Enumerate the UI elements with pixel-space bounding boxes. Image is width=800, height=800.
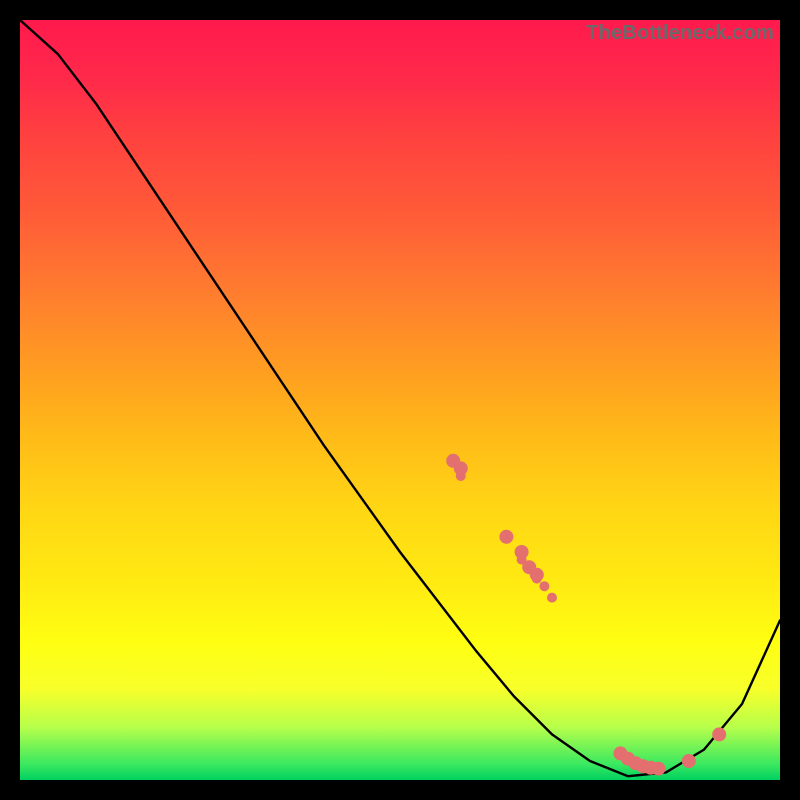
data-point	[456, 471, 466, 481]
data-point	[499, 530, 513, 544]
data-point	[651, 762, 665, 776]
data-point	[682, 754, 696, 768]
data-point	[712, 727, 726, 741]
data-point	[547, 593, 557, 603]
bottleneck-curve	[20, 20, 780, 776]
chart-frame: TheBottleneck.com	[20, 20, 780, 780]
data-point	[539, 581, 549, 591]
chart-svg	[20, 20, 780, 780]
scatter-points	[446, 454, 726, 776]
curve-path	[20, 20, 780, 776]
data-point	[532, 574, 542, 584]
